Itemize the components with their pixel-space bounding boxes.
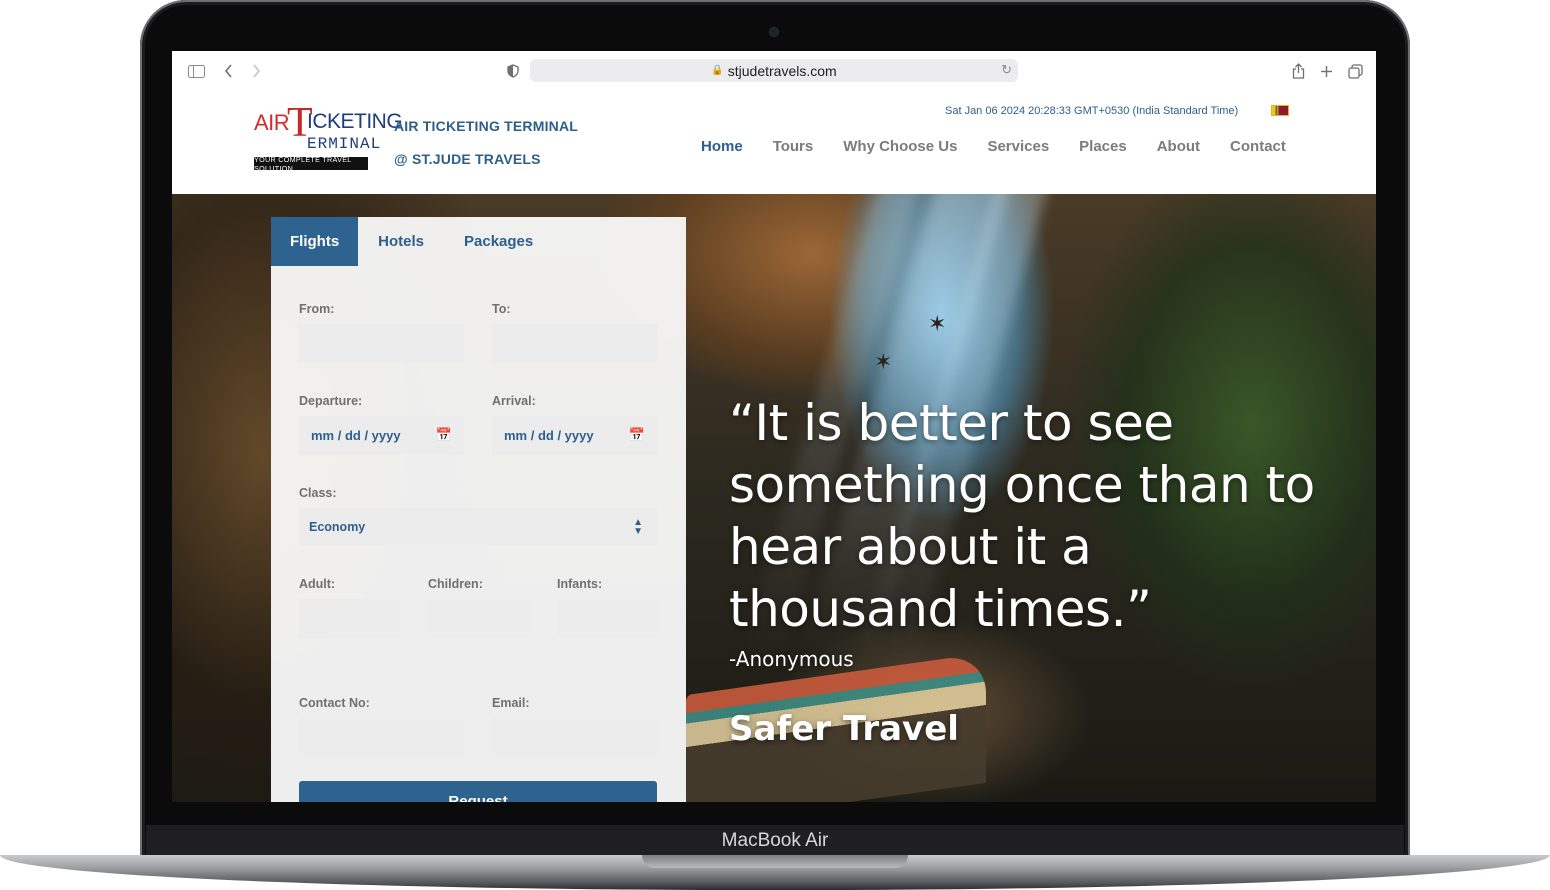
arrival-label: Arrival: <box>492 394 536 408</box>
nav-contact[interactable]: Contact <box>1230 138 1286 155</box>
calendar-icon[interactable]: 📅 <box>436 427 452 443</box>
chevron-left-icon[interactable] <box>218 61 238 81</box>
hero-tagline: Safer Travel <box>729 709 959 749</box>
infants-input[interactable] <box>557 599 657 638</box>
class-value: Economy <box>309 520 366 534</box>
class-select[interactable]: Economy ▲ ▼ <box>299 508 657 546</box>
tabs-icon[interactable] <box>1345 61 1365 81</box>
infants-label: Infants: <box>557 577 603 591</box>
hero-section: ✶ ✶ Flights Hotels Packages From: To: De… <box>172 194 1376 802</box>
bird-icon: ✶ <box>928 312 947 337</box>
quote-author: -Anonymous <box>729 647 854 671</box>
arrival-placeholder: mm / dd / yyyy <box>504 428 594 443</box>
select-arrows-icon: ▲ ▼ <box>633 517 643 537</box>
booking-panel: Flights Hotels Packages From: To: Depart… <box>271 217 686 802</box>
contact-input[interactable] <box>299 718 464 757</box>
main-nav: Home Tours Why Choose Us Services Places… <box>701 138 1286 155</box>
adult-label: Adult: <box>299 577 336 591</box>
request-button[interactable]: Request <box>299 781 657 802</box>
logo-ticketing: ICKETING <box>307 110 403 133</box>
lock-icon: 🔒 <box>711 65 724 76</box>
tab-hotels[interactable]: Hotels <box>358 217 444 266</box>
address-bar[interactable]: 🔒 stjudetravels.com ↻ <box>530 59 1018 82</box>
nav-tours[interactable]: Tours <box>773 138 814 155</box>
arrival-date-input[interactable]: mm / dd / yyyy 📅 <box>492 416 657 455</box>
shield-icon[interactable] <box>503 61 523 81</box>
site-logo[interactable]: AIR T ICKETING ERMINAL YOUR COMPLETE TRA… <box>254 102 403 175</box>
adult-input[interactable] <box>299 599 400 638</box>
brand-name: AIR TICKETING TERMINAL <box>394 118 579 134</box>
bird-icon: ✶ <box>874 350 893 375</box>
calendar-icon[interactable]: 📅 <box>629 427 645 443</box>
laptop-notch <box>642 855 908 868</box>
tab-flights[interactable]: Flights <box>271 217 359 266</box>
plus-icon[interactable] <box>1316 61 1336 81</box>
sri-lanka-flag-icon[interactable] <box>1271 105 1289 116</box>
departure-placeholder: mm / dd / yyyy <box>311 428 401 443</box>
browser-toolbar: 🔒 stjudetravels.com ↻ <box>172 51 1376 91</box>
laptop-chin: MacBook Air <box>146 825 1404 857</box>
departure-label: Departure: <box>299 394 363 408</box>
sidebar-icon[interactable] <box>186 61 206 81</box>
chevron-right-icon[interactable] <box>246 61 266 81</box>
children-label: Children: <box>428 577 483 591</box>
logo-tagline: YOUR COMPLETE TRAVEL SOLUTION <box>254 155 368 173</box>
share-icon[interactable] <box>1288 61 1308 81</box>
contact-label: Contact No: <box>299 696 370 710</box>
from-input[interactable] <box>299 324 464 363</box>
nav-why-choose-us[interactable]: Why Choose Us <box>843 138 957 155</box>
screen: 🔒 stjudetravels.com ↻ AIR T ICKETING ERM… <box>172 51 1376 802</box>
camera-icon <box>770 28 778 36</box>
nav-about[interactable]: About <box>1157 138 1200 155</box>
email-label: Email: <box>492 696 530 710</box>
email-input[interactable] <box>492 718 657 757</box>
logo-air: AIR <box>254 110 290 135</box>
brand-subtitle: @ ST.JUDE TRAVELS <box>394 151 541 167</box>
datetime-display: Sat Jan 06 2024 20:28:33 GMT+0530 (India… <box>945 105 1239 117</box>
url-text: stjudetravels.com <box>727 62 837 79</box>
site-header: AIR T ICKETING ERMINAL YOUR COMPLETE TRA… <box>172 91 1376 194</box>
tab-packages[interactable]: Packages <box>444 217 553 266</box>
booking-tabs: Flights Hotels Packages <box>271 217 553 266</box>
nav-home[interactable]: Home <box>701 138 743 155</box>
nav-places[interactable]: Places <box>1079 138 1127 155</box>
logo-terminal: ERMINAL <box>307 135 382 153</box>
reload-icon[interactable]: ↻ <box>1001 62 1012 78</box>
nav-services[interactable]: Services <box>987 138 1049 155</box>
to-label: To: <box>492 302 511 316</box>
device-label: MacBook Air <box>721 830 829 851</box>
from-label: From: <box>299 302 335 316</box>
to-input[interactable] <box>492 324 657 363</box>
children-input[interactable] <box>428 599 529 638</box>
class-label: Class: <box>299 486 337 500</box>
hero-quote: “It is better to see something once than… <box>729 394 1315 638</box>
departure-date-input[interactable]: mm / dd / yyyy 📅 <box>299 416 464 455</box>
